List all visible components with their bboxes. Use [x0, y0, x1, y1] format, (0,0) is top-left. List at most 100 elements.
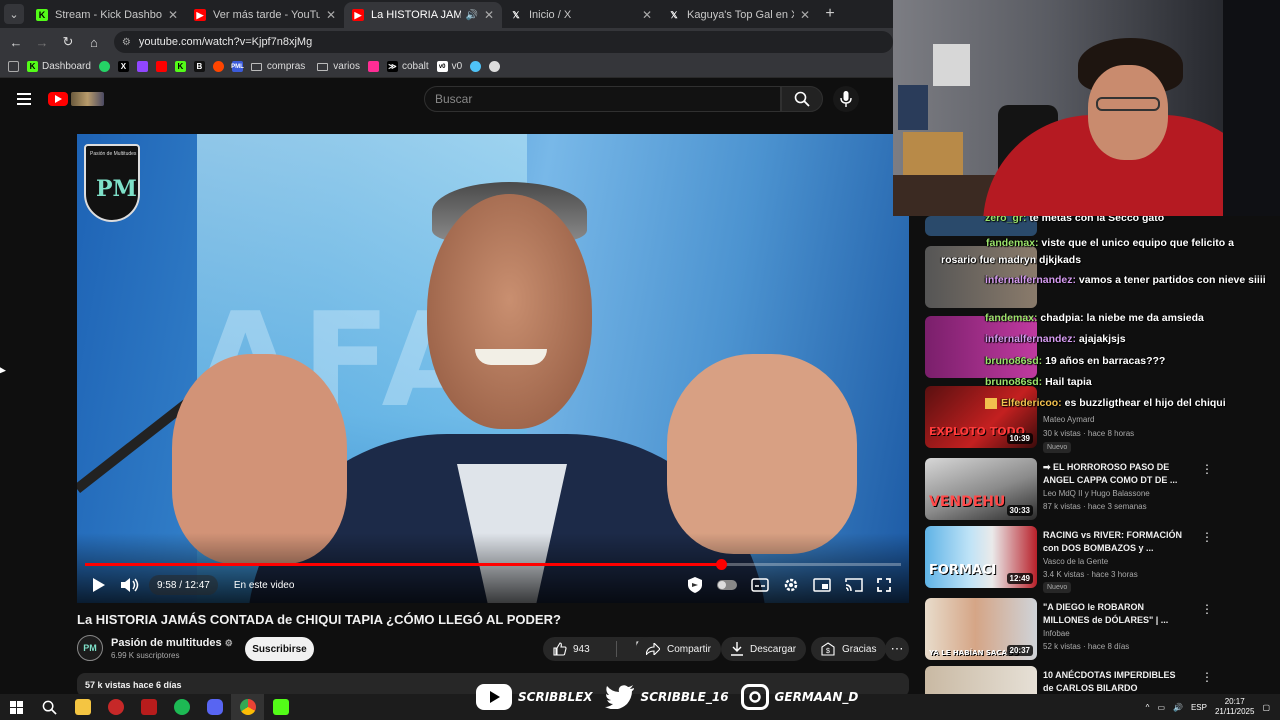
- language-indicator[interactable]: ESP: [1191, 703, 1207, 712]
- speaker-icon[interactable]: 🔊: [465, 10, 477, 21]
- x-icon[interactable]: X: [117, 61, 129, 72]
- volume-button[interactable]: [121, 578, 139, 592]
- subtitles-icon[interactable]: [751, 578, 769, 592]
- close-icon[interactable]: ✕: [642, 8, 652, 22]
- app-icon[interactable]: [99, 694, 132, 720]
- bookmark-v0[interactable]: v0 v0: [436, 61, 462, 72]
- tab-x-post[interactable]: 𝕏 Kaguya's Top Gal en X: "They m ✕: [660, 2, 818, 28]
- tab-x-home[interactable]: 𝕏 Inicio / X ✕: [502, 2, 660, 28]
- twitch-icon[interactable]: [136, 61, 148, 72]
- play-icon: [93, 578, 105, 592]
- settings-icon[interactable]: [783, 577, 799, 593]
- more-options-icon[interactable]: ⋮: [1201, 530, 1213, 544]
- chapter-button[interactable]: En este video: [234, 580, 295, 591]
- download-label: Descargar: [750, 643, 797, 655]
- channel-name[interactable]: Pasión de multitudes ⚙: [111, 637, 233, 649]
- kick-icon[interactable]: [264, 694, 297, 720]
- close-icon[interactable]: ✕: [168, 8, 178, 22]
- tab-search-button[interactable]: ⌄: [4, 4, 24, 24]
- subscribe-button[interactable]: Suscribirse: [245, 637, 314, 661]
- search-input[interactable]: Buscar: [424, 86, 781, 112]
- player-right-controls: [687, 574, 891, 596]
- home-icon[interactable]: ⌂: [82, 35, 106, 50]
- close-icon[interactable]: ✕: [484, 8, 494, 22]
- bookmark-icon[interactable]: B: [193, 61, 205, 72]
- reddit-icon[interactable]: [212, 61, 224, 72]
- recommendation-item[interactable]: 10 ANÉCDOTAS IMPERDIBLES de CARLOS BILAR…: [925, 666, 1280, 694]
- tab-label: Inicio / X: [529, 9, 572, 21]
- more-options-icon[interactable]: ⋮: [1201, 602, 1213, 616]
- youtube-logo[interactable]: [48, 92, 68, 106]
- voice-search-button[interactable]: [833, 86, 859, 112]
- bookmark-cobalt[interactable]: ≫ cobalt: [386, 61, 429, 72]
- close-icon[interactable]: ✕: [800, 8, 810, 22]
- progress-bar[interactable]: [85, 563, 901, 566]
- bookmark-folder-compras[interactable]: compras: [250, 61, 305, 72]
- search-placeholder: Buscar: [435, 92, 473, 106]
- ball-icon[interactable]: [489, 61, 501, 72]
- voicemeeter-icon[interactable]: [132, 694, 165, 720]
- like-button[interactable]: 943: [543, 642, 609, 656]
- play-button[interactable]: [93, 578, 105, 592]
- tab-kick-dashboard[interactable]: K Stream - Kick Dashboard ✕: [28, 2, 186, 28]
- forward-icon[interactable]: →: [30, 35, 54, 50]
- globe-icon[interactable]: [470, 61, 482, 72]
- pink-site-icon[interactable]: [367, 61, 379, 72]
- fullscreen-icon[interactable]: [877, 578, 891, 592]
- thanks-button[interactable]: $ Gracias: [811, 637, 887, 661]
- clock[interactable]: 20:17 21/11/2025: [1215, 697, 1254, 717]
- more-options-icon[interactable]: ⋮: [1201, 462, 1213, 476]
- site-icon[interactable]: PML: [231, 61, 244, 72]
- taskbar-search[interactable]: [33, 694, 66, 720]
- close-icon[interactable]: ✕: [326, 8, 336, 22]
- file-explorer-icon[interactable]: [66, 694, 99, 720]
- bookmark-dashboard[interactable]: K Dashboard: [27, 61, 91, 72]
- youtube-doodle[interactable]: [71, 92, 104, 106]
- tab-current-video[interactable]: ▶ La HISTORIA JAMÁS CONTA 🔊 ✕: [344, 2, 502, 28]
- new-tab-button[interactable]: +: [818, 5, 842, 23]
- miniplayer-icon[interactable]: [813, 578, 831, 592]
- recommendation-item[interactable]: VENDEHU 30:33 ➡ EL HORROROSO PASO DE ANG…: [925, 458, 1280, 520]
- chat-text: te metas con la Secco gato: [1026, 216, 1165, 224]
- v0-icon: v0: [436, 61, 448, 72]
- speaker-icon[interactable]: 🔊: [1173, 703, 1183, 712]
- chat-message: infernalfernandez: vamos a tener partido…: [985, 272, 1280, 289]
- chrome-icon[interactable]: [231, 694, 264, 720]
- chat-username: infernalfernandez:: [985, 333, 1077, 345]
- download-button[interactable]: Descargar: [721, 637, 807, 661]
- youtube-icon[interactable]: [155, 61, 167, 72]
- more-actions-button[interactable]: ⋯: [885, 637, 909, 661]
- apps-icon[interactable]: [8, 61, 19, 72]
- chat-text: es buzzligthear el hijo del chiqui: [1061, 397, 1226, 409]
- browser-toolbar: ← → ↻ ⌂ ⚙ youtube.com/watch?v=Kjpf7n8xjM…: [0, 28, 893, 56]
- more-options-icon[interactable]: ⋮: [1201, 670, 1213, 684]
- bookmark-folder-varios[interactable]: varios: [317, 61, 360, 72]
- tab-watch-later[interactable]: ▶ Ver más tarde - YouTube ✕: [186, 2, 344, 28]
- spotify-icon[interactable]: [165, 694, 198, 720]
- clock-date: 21/11/2025: [1214, 707, 1255, 716]
- video-player[interactable]: AFA Pasión de Multitudes PM 9:58 / 12:47…: [77, 134, 909, 603]
- share-button[interactable]: Compartir: [636, 637, 721, 661]
- rec-channel: Infobae: [1043, 629, 1070, 638]
- search-button[interactable]: [781, 86, 823, 112]
- chevron-up-icon[interactable]: ^: [1146, 703, 1150, 712]
- whatsapp-icon[interactable]: [98, 61, 110, 72]
- address-bar[interactable]: ⚙ youtube.com/watch?v=Kjpf7n8xjMg: [113, 31, 893, 53]
- site-info-icon[interactable]: ⚙: [122, 37, 131, 48]
- autoplay-toggle[interactable]: [717, 580, 737, 590]
- shield-icon[interactable]: [687, 577, 703, 593]
- start-button[interactable]: [0, 694, 33, 720]
- social-handles-overlay: SCRIBBLEX SCRIBBLE_16 GERMAAN_D: [476, 683, 870, 711]
- recommendation-item[interactable]: FORMACI 12:49 RACING vs RIVER: FORMACIÓN…: [925, 526, 1280, 593]
- reload-icon[interactable]: ↻: [56, 34, 80, 50]
- cast-icon[interactable]: [845, 578, 863, 592]
- kick-icon[interactable]: K: [174, 61, 186, 72]
- channel-avatar[interactable]: PM: [77, 635, 103, 661]
- menu-icon[interactable]: [17, 90, 31, 108]
- back-icon[interactable]: ←: [4, 35, 28, 50]
- discord-icon[interactable]: [198, 694, 231, 720]
- rec-title: "A DIEGO le ROBARON MILLONES de DÓLARES"…: [1043, 602, 1169, 625]
- network-icon[interactable]: ▭: [1157, 703, 1165, 712]
- notifications-icon[interactable]: ▢: [1262, 703, 1270, 712]
- recommendation-item[interactable]: YA LE HABÍAN SACADO 20:37 "A DIEGO le RO…: [925, 598, 1280, 660]
